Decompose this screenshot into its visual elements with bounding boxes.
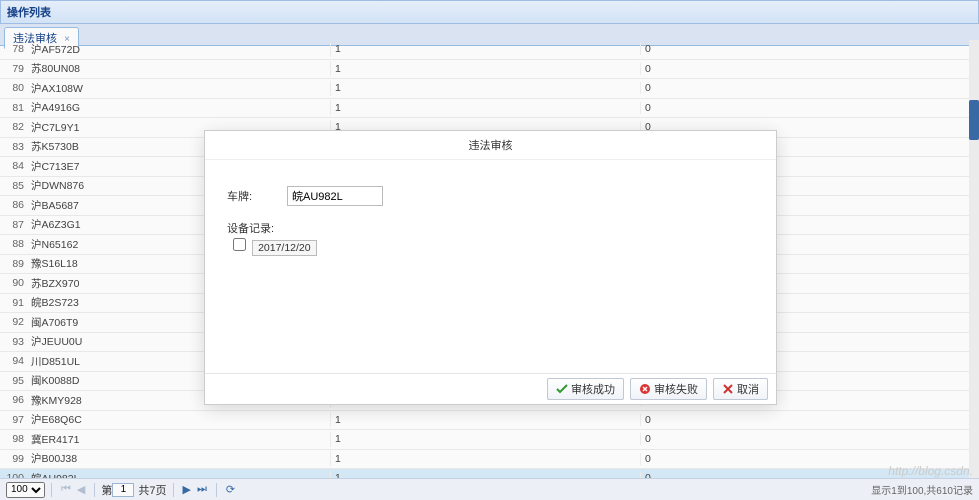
record-label: 设备记录: bbox=[227, 220, 754, 236]
modal-dialog: 违法审核 车牌: 设备记录: 2017/12/20 审核成功 审核失败 取消 bbox=[204, 130, 777, 405]
record-date[interactable]: 2017/12/20 bbox=[252, 240, 317, 256]
modal-footer: 审核成功 审核失败 取消 bbox=[205, 373, 776, 404]
record-checkbox[interactable] bbox=[233, 238, 246, 251]
plate-input[interactable] bbox=[287, 186, 383, 206]
check-icon bbox=[556, 383, 568, 395]
reject-button[interactable]: 审核失败 bbox=[630, 378, 707, 400]
approve-button[interactable]: 审核成功 bbox=[547, 378, 624, 400]
record-row: 2017/12/20 bbox=[233, 238, 754, 256]
error-icon bbox=[639, 383, 651, 395]
modal-body: 车牌: 设备记录: 2017/12/20 bbox=[205, 160, 776, 373]
plate-label: 车牌: bbox=[227, 188, 287, 204]
cancel-icon bbox=[722, 383, 734, 395]
modal-title: 违法审核 bbox=[205, 131, 776, 160]
cancel-button[interactable]: 取消 bbox=[713, 378, 768, 400]
